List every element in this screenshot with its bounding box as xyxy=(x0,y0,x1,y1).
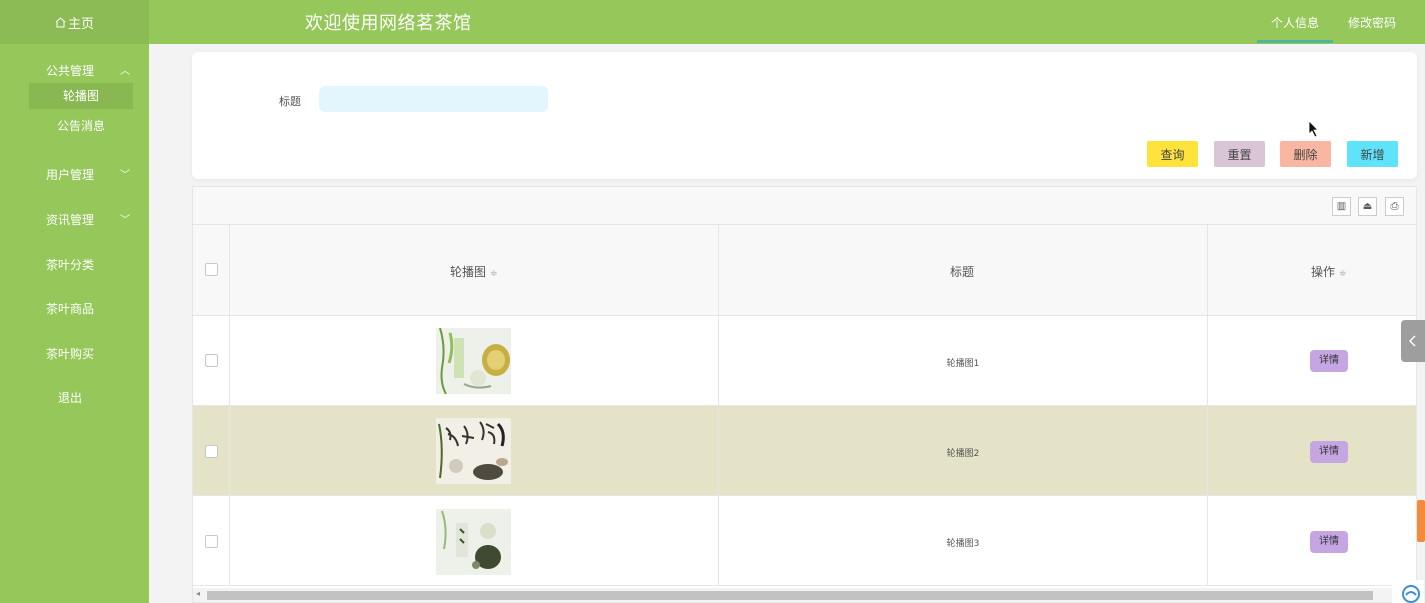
row-title: 轮播图2 xyxy=(946,449,980,459)
table-header: 轮播图 ≑ 标题 操作 ≑ xyxy=(193,225,1416,316)
row-checkbox[interactable] xyxy=(205,354,218,367)
assistant-icon[interactable] xyxy=(1392,580,1424,603)
chevron-left-icon xyxy=(1408,335,1416,347)
scroll-left-icon[interactable]: ◂ xyxy=(196,589,200,598)
column-divider xyxy=(229,225,230,316)
select-all-checkbox[interactable] xyxy=(205,263,218,276)
scrollbar-thumb[interactable] xyxy=(207,591,1373,600)
title-search-input[interactable] xyxy=(319,86,548,112)
row-checkbox[interactable] xyxy=(205,445,218,458)
mouse-cursor-icon xyxy=(1308,120,1319,138)
table-row[interactable]: 轮播图1 详情 xyxy=(193,316,1416,406)
detail-button[interactable]: 详情 xyxy=(1310,531,1348,553)
menu-tea-category-label: 茶叶分类 xyxy=(46,258,95,272)
sidebar-item-notice[interactable]: 公告消息 xyxy=(29,113,133,139)
column-header-label: 操作 xyxy=(1311,265,1336,279)
chevron-down-icon: ﹀ xyxy=(120,170,130,181)
detail-button[interactable]: 详情 xyxy=(1310,350,1348,372)
column-header-title: 标题 xyxy=(950,265,975,279)
print-icon[interactable]: ⎙ xyxy=(1385,197,1404,216)
table-row[interactable]: 轮播图3 详情 xyxy=(193,496,1416,586)
sidebar: 公共管理 ︿ 轮播图 公告消息 用户管理 ﹀ 资讯管理 ﹀ 茶叶分类 茶叶商品 … xyxy=(0,44,149,603)
chevron-up-icon: ︿ xyxy=(120,66,130,77)
menu-public-label: 公共管理 xyxy=(46,64,95,78)
table-toolbar: ▥ ⏏ ⎙ xyxy=(193,187,1416,225)
chevron-down-icon: ﹀ xyxy=(120,215,130,226)
sidebar-item-carousel[interactable]: 轮播图 xyxy=(29,83,133,109)
horizontal-scrollbar[interactable]: ◂ xyxy=(193,588,1416,602)
row-checkbox[interactable] xyxy=(205,535,218,548)
sort-icon[interactable]: ≑ xyxy=(490,269,498,279)
detail-button[interactable]: 详情 xyxy=(1310,441,1348,463)
collapse-panel-tab[interactable] xyxy=(1401,320,1425,362)
menu-news-label: 资讯管理 xyxy=(46,213,95,227)
menu-logout-label: 退出 xyxy=(58,391,83,405)
column-header-label: 轮播图 xyxy=(450,265,487,279)
data-table: ▥ ⏏ ⎙ 轮播图 ≑ 标题 操作 ≑ 轮播图1 详情 轮播图2 详情 轮播图3… xyxy=(192,186,1417,603)
top-bar: 主页 欢迎使用网络茗茶馆 个人信息 修改密码 xyxy=(0,0,1425,44)
carousel-thumbnail xyxy=(436,509,511,575)
sort-icon[interactable]: ≑ xyxy=(1339,269,1347,279)
column-divider xyxy=(718,225,719,316)
search-panel: 标题 查询 重置 删除 新增 xyxy=(192,52,1417,179)
title-search-label: 标题 xyxy=(279,95,301,108)
column-header-action[interactable]: 操作 ≑ xyxy=(1311,263,1347,280)
carousel-thumbnail xyxy=(436,418,511,484)
columns-icon[interactable]: ▥ xyxy=(1332,197,1351,216)
column-header-carousel[interactable]: 轮播图 ≑ xyxy=(450,263,498,280)
column-divider xyxy=(229,496,230,586)
menu-tea-goods-label: 茶叶商品 xyxy=(46,302,95,316)
column-divider xyxy=(229,406,230,496)
profile-link[interactable]: 个人信息 xyxy=(1256,14,1334,43)
delete-button[interactable]: 删除 xyxy=(1280,141,1331,167)
row-title: 轮播图1 xyxy=(946,359,980,369)
home-label: 主页 xyxy=(67,16,94,32)
home-link[interactable]: 主页 xyxy=(0,0,149,44)
query-button[interactable]: 查询 xyxy=(1147,141,1198,167)
export-icon[interactable]: ⏏ xyxy=(1358,197,1377,216)
home-icon xyxy=(55,16,66,27)
column-divider xyxy=(229,316,230,406)
vertical-scrollbar-thumb[interactable] xyxy=(1417,500,1425,542)
menu-tea-purchase-label: 茶叶购买 xyxy=(46,347,95,361)
column-divider xyxy=(1207,225,1208,316)
site-title: 欢迎使用网络茗茶馆 xyxy=(305,13,472,34)
menu-users-label: 用户管理 xyxy=(46,168,95,182)
row-title: 轮播图3 xyxy=(946,539,980,549)
reset-button[interactable]: 重置 xyxy=(1214,141,1265,167)
carousel-thumbnail xyxy=(436,328,511,394)
add-button[interactable]: 新增 xyxy=(1347,141,1398,167)
table-row[interactable]: 轮播图2 详情 xyxy=(193,406,1416,496)
change-password-link[interactable]: 修改密码 xyxy=(1348,14,1396,31)
